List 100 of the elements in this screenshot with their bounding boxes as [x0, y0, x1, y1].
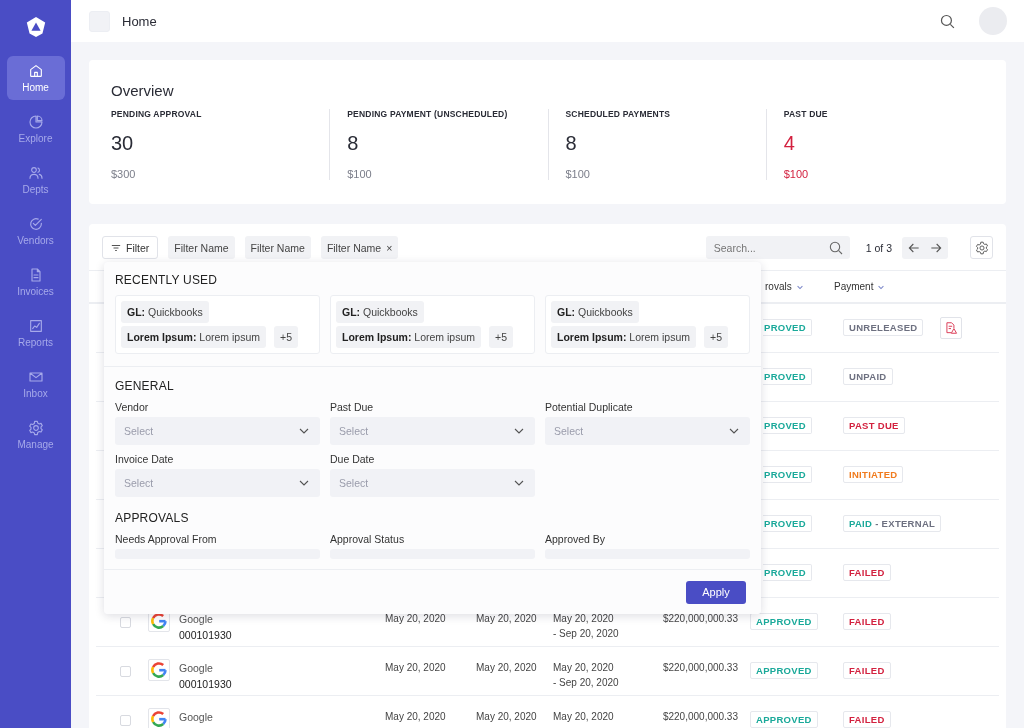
- table-cell: May 20, 2020: [385, 613, 446, 624]
- sidebar-item[interactable]: Explore: [6, 107, 65, 151]
- filter-icon: [111, 242, 121, 253]
- filter-button[interactable]: Filter: [102, 236, 159, 259]
- apply-button[interactable]: Apply: [686, 580, 746, 604]
- vendor-name: Google: [179, 613, 214, 625]
- sidebar-item[interactable]: Inbox: [6, 362, 65, 406]
- gear-icon: [27, 420, 44, 436]
- envelope-icon: [27, 369, 44, 385]
- section-title: RECENTLY USED: [115, 273, 219, 287]
- stat-count: 8: [347, 132, 360, 155]
- column-header[interactable]: Payment: [834, 281, 940, 292]
- payment-status: FAILED: [843, 613, 891, 630]
- approval-status: APPROVED: [750, 613, 818, 630]
- recent-filter-card[interactable]: GL: Quickbooks Lorem Ipsum: Lorem ipsum +5: [330, 295, 535, 354]
- filter-chip[interactable]: Filter Name ×: [320, 236, 399, 259]
- sidebar-item[interactable]: Reports: [6, 311, 65, 355]
- select-field[interactable]: Select: [330, 417, 535, 445]
- search-icon[interactable]: [939, 12, 956, 30]
- approval-status: APPROVED: [750, 711, 818, 728]
- stat-amount: $300: [111, 168, 137, 180]
- page-title: Home: [122, 13, 158, 29]
- chart-icon: [27, 318, 44, 334]
- filter-chip[interactable]: Filter Name: [168, 236, 235, 259]
- stat-label: PENDING PAYMENT (UNSCHEDULED): [347, 109, 509, 119]
- section-title: APPROVALS: [115, 511, 190, 525]
- stat-label: SCHEDULED PAYMENTS: [565, 109, 672, 119]
- payment-status: FAILED: [843, 662, 891, 679]
- stat-amount: $100: [347, 168, 373, 180]
- row-checkbox[interactable]: [120, 666, 131, 677]
- select-field[interactable]: Select: [330, 469, 535, 497]
- table-cell: May 20, 2020: [476, 711, 537, 722]
- field-label: Potential Duplicate: [545, 401, 634, 413]
- column-header[interactable]: rovals: [765, 281, 834, 292]
- payment-status: INITIATED: [843, 466, 904, 483]
- row-checkbox[interactable]: [120, 715, 131, 726]
- stat-amount: $100: [565, 168, 591, 180]
- sidebar-item[interactable]: Home: [6, 56, 65, 100]
- select-field[interactable]: Select: [115, 417, 320, 445]
- stat-count: 4: [783, 132, 796, 155]
- vendor-name: Google: [179, 711, 214, 723]
- stat-amount: $100: [783, 168, 810, 180]
- sidebar-item[interactable]: Manage: [6, 413, 65, 457]
- filter-tag: Lorem Ipsum: Lorem ipsum: [121, 326, 267, 348]
- stat-count: 8: [565, 132, 578, 155]
- document-warning-icon: [944, 321, 958, 335]
- more-count: +5: [489, 326, 514, 348]
- field-label: Needs Approval From: [115, 533, 218, 545]
- filter-tag: Lorem Ipsum: Lorem ipsum: [336, 326, 482, 348]
- payment-status: FAILED: [843, 564, 891, 581]
- table-cell: May 20, 2020: [385, 711, 446, 722]
- filter-chip[interactable]: Filter Name: [244, 236, 311, 259]
- approval-status: APPROVED: [750, 662, 818, 679]
- more-count: +5: [274, 326, 299, 348]
- payment-status: FAILED: [843, 711, 891, 728]
- app-logo-icon: [24, 16, 47, 38]
- search-field[interactable]: Search...: [705, 236, 850, 259]
- table-cell: May 20, 2020: [385, 662, 446, 673]
- payment-status: PAID - EXTERNAL: [843, 515, 942, 532]
- row-checkbox[interactable]: [120, 617, 131, 628]
- settings-button[interactable]: [970, 236, 993, 259]
- stat-label: PAST DUE: [783, 109, 829, 119]
- payment-status: UNPAID: [843, 368, 893, 385]
- overview-title: Overview: [111, 82, 175, 99]
- filter-tag: Lorem Ipsum: Lorem ipsum: [551, 326, 697, 348]
- pie-chart-icon: [27, 114, 44, 130]
- field-label: Vendor: [115, 401, 150, 413]
- invoice-warning-button[interactable]: [940, 317, 962, 339]
- table-cell: $220,000,000.33: [662, 711, 738, 722]
- table-cell-text: - Sep 20, 2020: [553, 677, 620, 688]
- page-indicator: 1 of 3: [865, 241, 892, 254]
- select-field[interactable]: Select: [545, 417, 750, 445]
- filter-tag: GL: Quickbooks: [121, 301, 209, 323]
- approval-status: PROVED: [763, 417, 812, 434]
- recent-filter-card[interactable]: GL: Quickbooks Lorem Ipsum: Lorem ipsum +5: [545, 295, 750, 354]
- table-cell-text: - Sep 20, 2020: [553, 628, 620, 639]
- vendor-name: Google: [179, 662, 214, 674]
- sidebar-item[interactable]: Vendors: [6, 209, 65, 253]
- search-icon[interactable]: [827, 240, 844, 256]
- table-cell-text: May 20, 2020: [553, 613, 615, 624]
- payment-status: UNRELEASED: [843, 319, 924, 336]
- table-cell-text: May 20, 2020: [553, 711, 615, 722]
- sidebar-item[interactable]: Invoices: [6, 260, 65, 304]
- filter-tag: GL: Quickbooks: [551, 301, 639, 323]
- recent-filter-card[interactable]: GL: Quickbooks Lorem Ipsum: Lorem ipsum +5: [115, 295, 320, 354]
- table-cell: May 20, 2020: [476, 613, 537, 624]
- approval-status: PROVED: [763, 515, 812, 532]
- field-label: Due Date: [330, 453, 376, 465]
- field-label: Approved By: [545, 533, 607, 545]
- sidebar-item[interactable]: Depts: [6, 158, 65, 202]
- field-label: Invoice Date: [115, 453, 175, 465]
- home-icon: [27, 63, 44, 79]
- vendor-logo-icon: [148, 659, 170, 681]
- people-icon: [27, 165, 44, 181]
- select-field[interactable]: Select: [115, 469, 320, 497]
- stat-label: PENDING APPROVAL: [111, 109, 203, 119]
- approval-status: PROVED: [763, 564, 812, 581]
- field-label: Approval Status: [330, 533, 406, 545]
- vendor-logo-icon: [148, 708, 170, 728]
- payment-status: PAST DUE: [843, 417, 905, 434]
